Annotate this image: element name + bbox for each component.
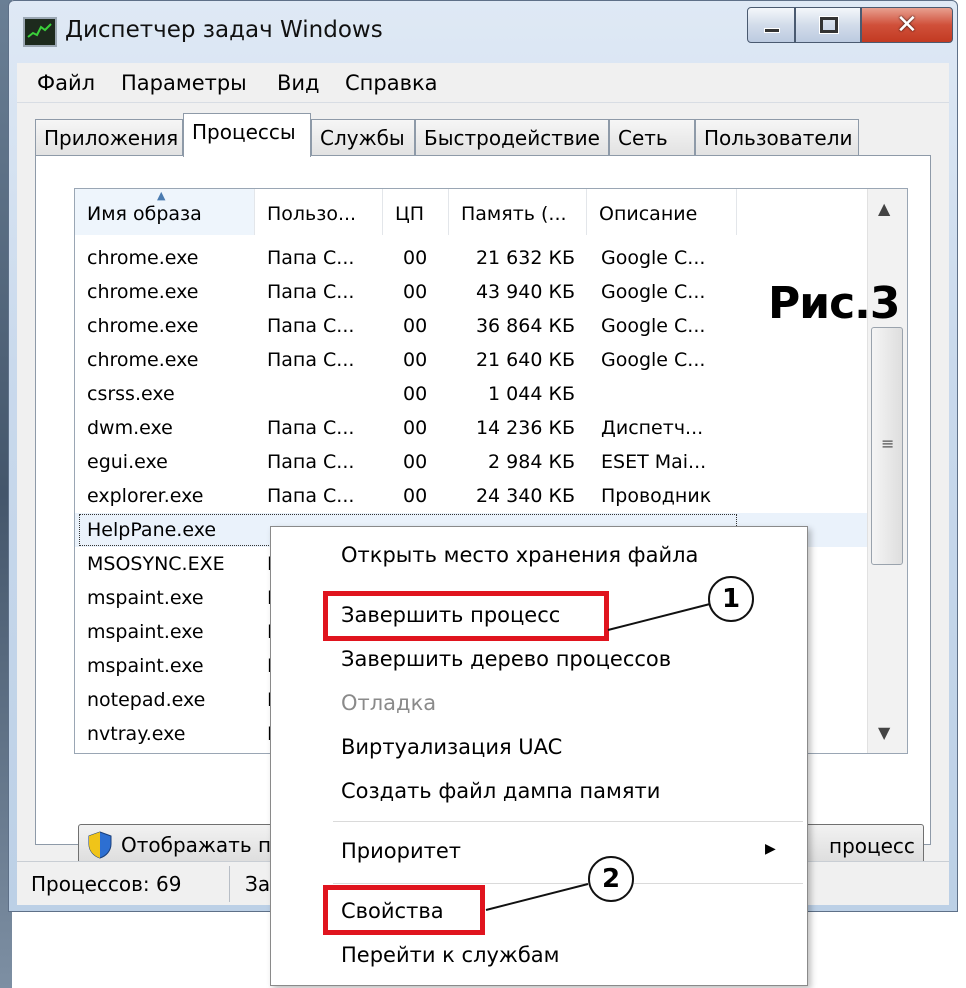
callout-1: 1: [708, 576, 754, 622]
tab-processes[interactable]: Процессы: [183, 113, 311, 157]
callout-2: 2: [588, 856, 634, 902]
callout-leader-lines: [485, 603, 711, 911]
